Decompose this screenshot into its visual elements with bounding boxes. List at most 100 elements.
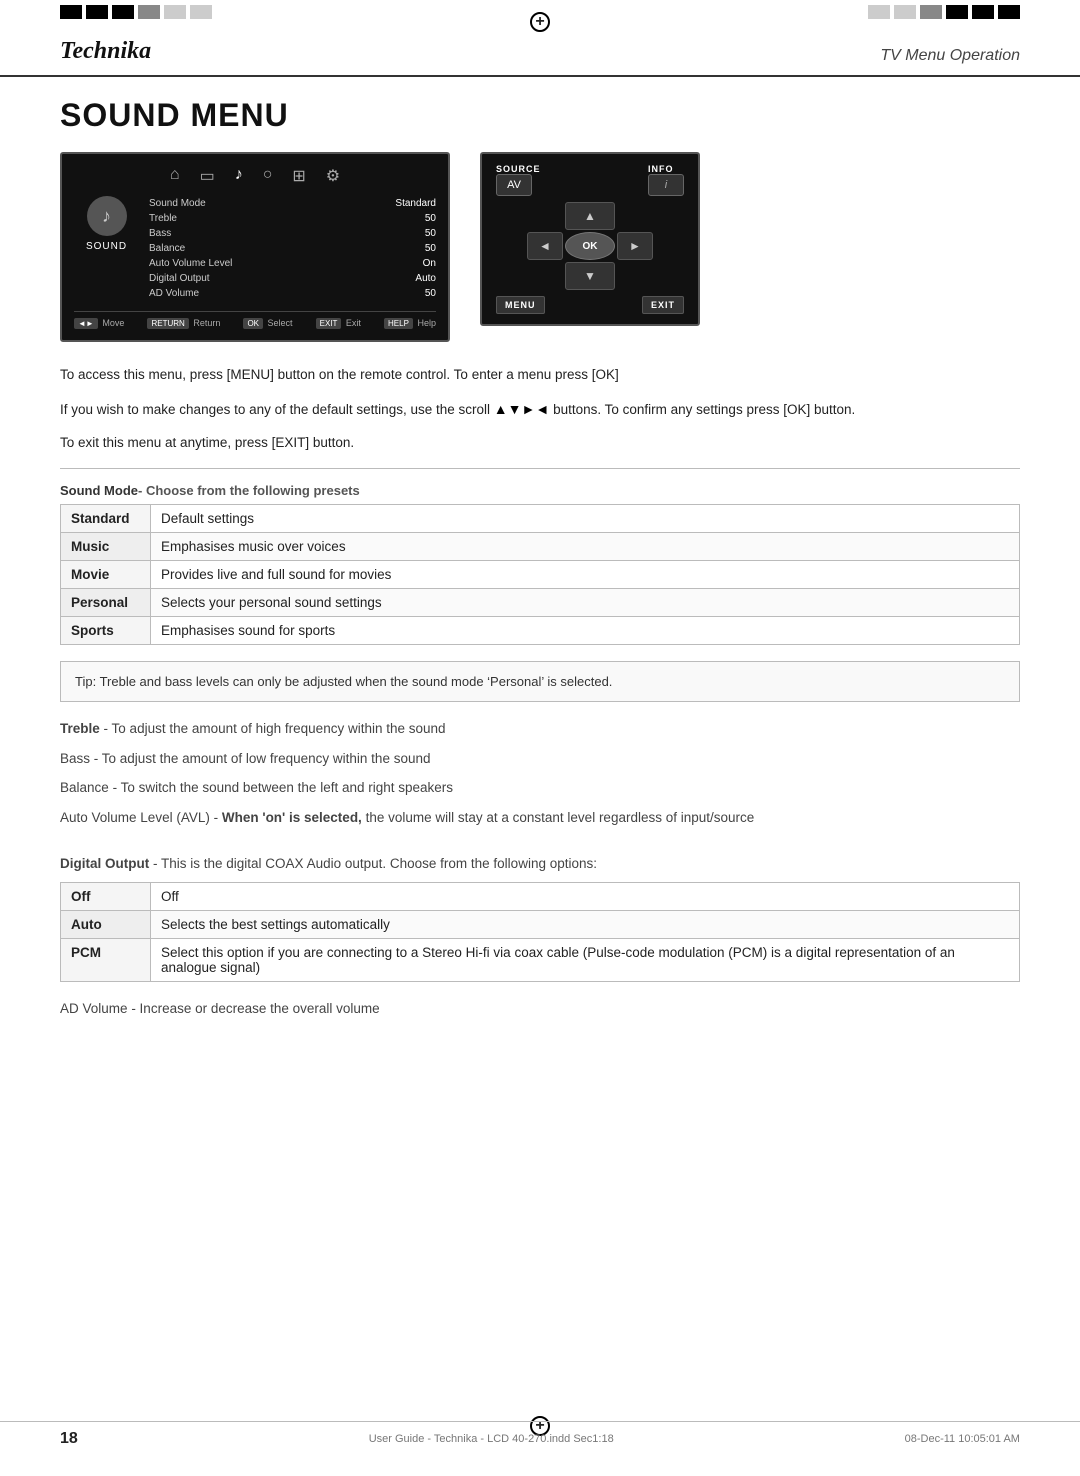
display-icon: ▭ — [200, 166, 215, 186]
para-2-end: buttons. To confirm any settings press [… — [553, 402, 855, 417]
mode-personal: Personal — [61, 588, 151, 616]
para-3: To exit this menu at anytime, press [EXI… — [60, 432, 1020, 454]
screenshots-row: ⌂ ▭ ♪ ○ ⊞ ⚙ ♪ SOUND Sound Mode Standard — [60, 152, 1020, 342]
tv-menu-screenshot: ⌂ ▭ ♪ ○ ⊞ ⚙ ♪ SOUND Sound Mode Standard — [60, 152, 450, 342]
soundmode-value: Standard — [395, 198, 436, 209]
footer-help: HELP Help — [384, 318, 436, 328]
bass-label: Bass — [149, 228, 171, 239]
digital-output-intro: Digital Output - This is the digital COA… — [60, 853, 1020, 875]
para-2-start: If you wish to make changes to any of th… — [60, 402, 490, 417]
balance-sep: - To switch the sound between the left a… — [113, 780, 453, 795]
remote-exit-button[interactable]: EXIT — [642, 296, 684, 314]
sound-mode-table: Standard Default settings Music Emphasis… — [60, 504, 1020, 645]
footer-move: ◄► Move — [74, 318, 124, 328]
balance-desc: Balance - To switch the sound between th… — [60, 777, 1020, 799]
footer-left: User Guide - Technika - LCD 40-270.indd … — [369, 1433, 614, 1445]
advolume-value: 50 — [425, 288, 436, 299]
remote-info-button[interactable]: i — [648, 174, 684, 196]
digital-output-key: Digital Output — [60, 856, 149, 871]
mode-sports-desc: Emphasises sound for sports — [151, 616, 1020, 644]
section-title: TV Menu Operation — [880, 47, 1020, 65]
balance-label: Balance — [149, 243, 185, 254]
advolume-label: AD Volume — [149, 288, 199, 299]
dpad-ok-button[interactable]: OK — [565, 232, 615, 260]
treble-label: Treble — [149, 213, 177, 224]
footer-right: 08-Dec-11 10:05:01 AM — [905, 1433, 1020, 1445]
remote-info-label: INFO i — [648, 164, 684, 196]
page-footer: 18 User Guide - Technika - LCD 40-270.in… — [0, 1421, 1080, 1456]
bass-key: Bass — [60, 751, 90, 766]
opt-pcm: PCM — [61, 939, 151, 982]
remote-screenshot: SOURCE AV INFO i ▲ ◄ OK — [480, 152, 700, 326]
table-row: PCM Select this option if you are connec… — [61, 939, 1020, 982]
remote-bottom-row: MENU EXIT — [496, 296, 684, 314]
remote-dpad: ▲ ◄ OK ► ▼ — [496, 202, 684, 290]
mode-personal-desc: Selects your personal sound settings — [151, 588, 1020, 616]
footer-return: RETURN Return — [147, 318, 220, 328]
table-row: Sports Emphasises sound for sports — [61, 616, 1020, 644]
mode-sports: Sports — [61, 616, 151, 644]
speaker-icon: ♪ — [87, 196, 127, 236]
treble-value: 50 — [425, 213, 436, 224]
digitalout-label: Digital Output — [149, 273, 210, 284]
para-1: To access this menu, press [MENU] button… — [60, 364, 1020, 386]
crop-marks-top-right — [868, 5, 1020, 19]
remote-source-label: SOURCE AV — [496, 164, 541, 196]
para-2: If you wish to make changes to any of th… — [60, 398, 1020, 421]
divider-1 — [60, 468, 1020, 469]
dpad-up-button[interactable]: ▲ — [565, 202, 615, 230]
footer-exit: EXIT Exit — [316, 318, 361, 328]
menu-row-treble: Treble 50 — [149, 211, 436, 226]
page-number: 18 — [60, 1430, 78, 1448]
remote-menu-button[interactable]: MENU — [496, 296, 545, 314]
avl-label: Auto Volume Level — [149, 258, 232, 269]
bass-desc: Bass - To adjust the amount of low frequ… — [60, 748, 1020, 770]
tv-menu-right: Sound Mode Standard Treble 50 Bass 50 Ba… — [149, 196, 436, 301]
remote-av-button[interactable]: AV — [496, 174, 532, 196]
bass-value: 50 — [425, 228, 436, 239]
tv-menu-left: ♪ SOUND — [74, 196, 139, 301]
menu-row-balance: Balance 50 — [149, 241, 436, 256]
dpad-right-button[interactable]: ► — [617, 232, 653, 260]
dpad-left-button[interactable]: ◄ — [527, 232, 563, 260]
avl-desc: Auto Volume Level (AVL) - When 'on' is s… — [60, 807, 1020, 829]
table-row: Personal Selects your personal sound set… — [61, 588, 1020, 616]
treble-key: Treble — [60, 721, 100, 736]
mode-standard: Standard — [61, 504, 151, 532]
opt-auto: Auto — [61, 911, 151, 939]
mode-music: Music — [61, 532, 151, 560]
tv-menu-icons: ⌂ ▭ ♪ ○ ⊞ ⚙ — [74, 166, 436, 186]
circle-icon: ○ — [263, 166, 273, 186]
avl-sep: - — [214, 810, 222, 825]
avl-value: On — [423, 258, 436, 269]
home-icon: ⌂ — [170, 166, 180, 186]
treble-sep: - To adjust the amount of high frequency… — [104, 721, 446, 736]
sound-mode-subtitle: - Choose from the following presets — [138, 483, 360, 498]
scroll-arrows: ▲▼►◄ — [494, 401, 553, 417]
balance-key: Balance — [60, 780, 109, 795]
opt-off: Off — [61, 883, 151, 911]
tv-menu-body: ♪ SOUND Sound Mode Standard Treble 50 Ba… — [74, 196, 436, 301]
registration-mark-top — [530, 12, 550, 32]
crop-marks-top-left — [60, 5, 212, 19]
digitalout-value: Auto — [415, 273, 436, 284]
tip-box: Tip: Treble and bass levels can only be … — [60, 661, 1020, 703]
mode-standard-desc: Default settings — [151, 504, 1020, 532]
brand-logo: Technika — [60, 38, 151, 65]
sound-mode-key: Sound Mode — [60, 483, 138, 498]
avl-key: Auto Volume Level (AVL) — [60, 810, 210, 825]
gear-icon: ⚙ — [326, 166, 340, 186]
opt-off-desc: Off — [151, 883, 1020, 911]
remote-top-row: SOURCE AV INFO i — [496, 164, 684, 196]
opt-auto-desc: Selects the best settings automatically — [151, 911, 1020, 939]
sound-mode-section-label: Sound Mode- Choose from the following pr… — [60, 483, 1020, 498]
soundmode-label: Sound Mode — [149, 198, 206, 209]
ad-volume-text: - Increase or decrease the overall volum… — [131, 1001, 379, 1016]
dpad-down-button[interactable]: ▼ — [565, 262, 615, 290]
page-title: SOUND MENU — [60, 97, 1020, 134]
table-row: Music Emphasises music over voices — [61, 532, 1020, 560]
digital-output-text: - This is the digital COAX Audio output.… — [153, 856, 597, 871]
mode-movie-desc: Provides live and full sound for movies — [151, 560, 1020, 588]
mode-movie: Movie — [61, 560, 151, 588]
bass-sep: - To adjust the amount of low frequency … — [94, 751, 431, 766]
